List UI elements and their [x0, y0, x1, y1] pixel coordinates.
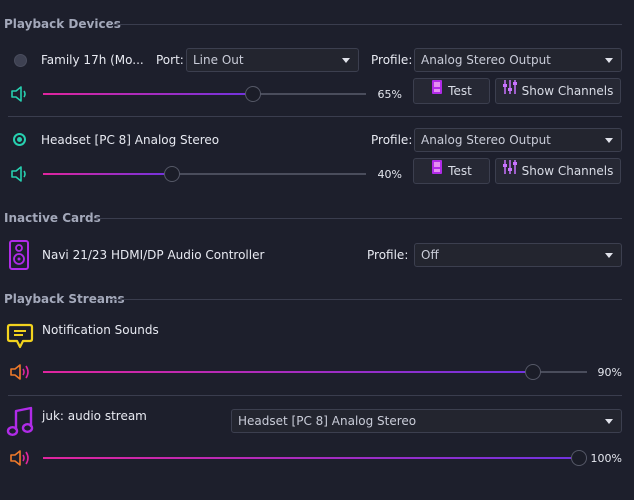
card-profile-value: Off — [421, 248, 439, 262]
profile-select[interactable]: Analog Stereo Output — [414, 48, 622, 72]
volume-slider[interactable] — [43, 86, 366, 102]
profile-select-value: Analog Stereo Output — [421, 53, 551, 67]
speaker-icon[interactable] — [9, 448, 33, 471]
profile-label: Profile: — [367, 248, 409, 262]
playback-devices-heading: Playback Devices — [4, 17, 121, 31]
chevron-down-icon — [605, 419, 613, 424]
stream-device-select[interactable]: Headset [PC 8] Analog Stereo — [231, 409, 622, 433]
speaker-icon[interactable] — [10, 164, 32, 187]
port-label: Port: — [156, 53, 184, 67]
stream-name: juk: audio stream — [42, 409, 147, 423]
stream-name: Notification Sounds — [42, 323, 159, 337]
slider-fill — [43, 173, 173, 175]
slider-fill — [43, 93, 253, 95]
volume-percent: 65% — [377, 88, 402, 101]
profile-label: Profile: — [371, 133, 413, 147]
show-channels-label: Show Channels — [521, 164, 614, 178]
card-name: Navi 21/23 HDMI/DP Audio Controller — [42, 248, 265, 262]
speaker-icon[interactable] — [9, 362, 33, 385]
show-channels-label: Show Channels — [521, 84, 614, 98]
test-icon — [431, 79, 443, 103]
card-profile-select[interactable]: Off — [414, 243, 622, 267]
test-icon — [431, 159, 443, 183]
profile-select-value: Analog Stereo Output — [421, 133, 551, 147]
device-name: Family 17h (Mo... — [41, 53, 144, 67]
stream-divider — [8, 395, 622, 396]
channels-icon — [502, 159, 517, 183]
profile-select[interactable]: Analog Stereo Output — [414, 128, 622, 152]
test-button[interactable]: Test — [413, 158, 490, 184]
speaker-icon[interactable] — [10, 84, 32, 107]
default-device-radio-selected[interactable] — [13, 133, 26, 146]
volume-percent: 100% — [590, 452, 622, 465]
inactive-cards-heading: Inactive Cards — [4, 211, 101, 225]
test-button[interactable]: Test — [413, 78, 490, 104]
slider-handle[interactable] — [524, 364, 541, 380]
volume-slider[interactable] — [43, 450, 587, 466]
section-divider — [95, 218, 622, 219]
show-channels-button[interactable]: Show Channels — [495, 158, 621, 184]
chevron-down-icon — [605, 138, 613, 143]
volume-slider[interactable] — [43, 166, 366, 182]
default-device-radio[interactable] — [14, 54, 27, 67]
device-name: Headset [PC 8] Analog Stereo — [41, 133, 220, 147]
port-select-value: Line Out — [193, 53, 244, 67]
chevron-down-icon — [605, 58, 613, 63]
slider-handle[interactable] — [164, 166, 181, 182]
sound-card-icon — [9, 240, 29, 273]
slider-handle[interactable] — [244, 86, 261, 102]
notification-icon — [6, 322, 34, 353]
volume-percent: 40% — [377, 168, 402, 181]
show-channels-button[interactable]: Show Channels — [495, 78, 621, 104]
volume-percent: 90% — [597, 366, 622, 379]
chevron-down-icon — [605, 253, 613, 258]
device-divider — [8, 116, 622, 117]
test-button-label: Test — [448, 164, 472, 178]
slider-fill — [43, 457, 579, 459]
volume-slider[interactable] — [43, 364, 587, 380]
test-button-label: Test — [448, 84, 472, 98]
chevron-down-icon — [342, 58, 350, 63]
profile-label: Profile: — [371, 53, 413, 67]
stream-device-value: Headset [PC 8] Analog Stereo — [238, 414, 417, 428]
section-divider — [112, 24, 622, 25]
channels-icon — [502, 79, 517, 103]
port-select[interactable]: Line Out — [186, 48, 359, 72]
section-divider — [110, 299, 622, 300]
music-note-icon — [6, 406, 34, 441]
slider-fill — [43, 371, 533, 373]
playback-streams-heading: Playback Streams — [4, 292, 125, 306]
